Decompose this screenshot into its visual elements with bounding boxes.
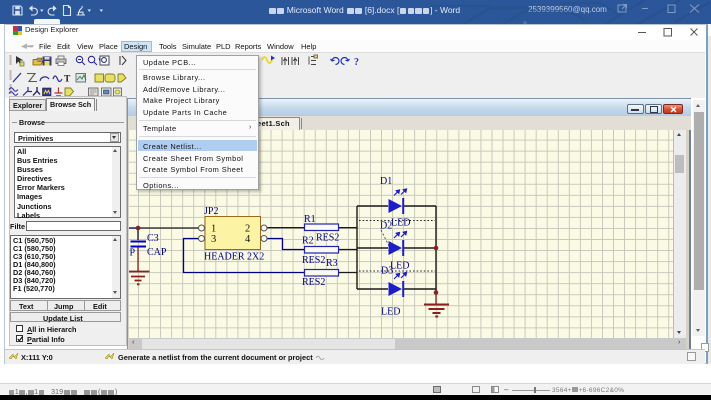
svg-text:D3: D3	[381, 266, 393, 277]
svg-text:R3: R3	[326, 258, 338, 269]
svg-text:RES2: RES2	[316, 233, 339, 244]
svg-text:?: ?	[354, 57, 359, 68]
svg-text:HEADER 2X2: HEADER 2X2	[204, 252, 264, 263]
svg-text:JP2: JP2	[204, 206, 218, 217]
svg-text:D1: D1	[380, 176, 392, 187]
svg-text:T: T	[64, 75, 71, 85]
svg-text:RES2: RES2	[302, 255, 325, 266]
svg-text:2: 2	[245, 224, 250, 235]
svg-text:3: 3	[211, 234, 216, 245]
svg-text:CAP: CAP	[147, 247, 167, 258]
svg-text:D2: D2	[380, 221, 392, 232]
svg-text:LED: LED	[391, 218, 410, 229]
svg-text:C3: C3	[147, 233, 159, 244]
svg-text:R2: R2	[302, 236, 314, 247]
svg-text:1: 1	[211, 224, 216, 235]
svg-text:R1: R1	[304, 214, 316, 225]
svg-text:LED: LED	[381, 307, 400, 318]
svg-text:RES2: RES2	[302, 277, 325, 288]
svg-text:4: 4	[245, 234, 251, 245]
svg-text:P: P	[130, 248, 136, 259]
